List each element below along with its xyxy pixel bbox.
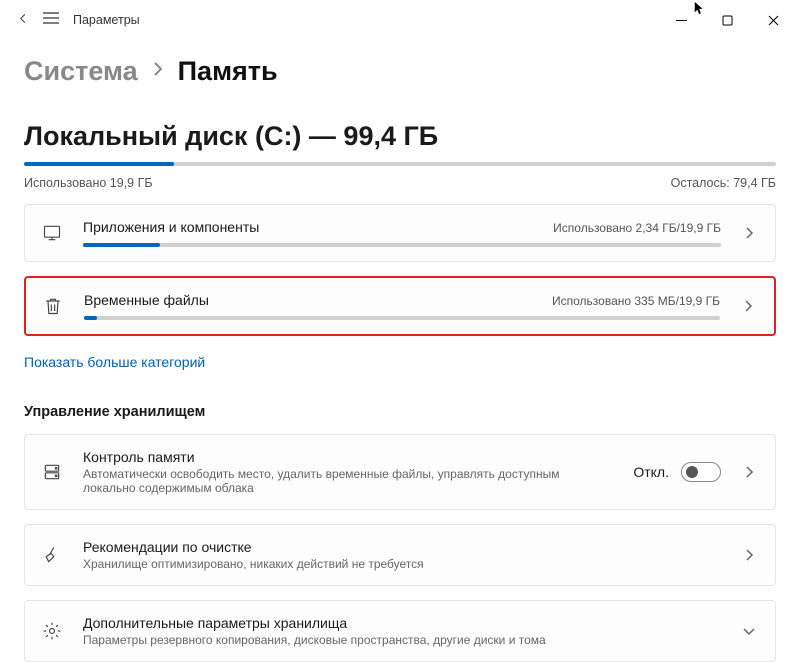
- breadcrumb-parent[interactable]: Система: [24, 56, 138, 87]
- disk-usage-fill: [24, 162, 174, 166]
- breadcrumb: Система Память: [24, 56, 776, 87]
- category-stat: Использовано 2,34 ГБ/19,9 ГБ: [553, 221, 721, 235]
- chevron-right-icon: [739, 465, 759, 479]
- disk-remaining-label: Осталось: 79,4 ГБ: [671, 176, 776, 190]
- advanced-storage-card[interactable]: Дополнительные параметры хранилища Парам…: [24, 600, 776, 662]
- cleanup-card[interactable]: Рекомендации по очистке Хранилище оптими…: [24, 524, 776, 586]
- storage-sense-card[interactable]: Контроль памяти Автоматически освободить…: [24, 434, 776, 510]
- chevron-right-icon: [739, 548, 759, 562]
- back-button[interactable]: [18, 11, 29, 29]
- disk-used-label: Использовано 19,9 ГБ: [24, 176, 153, 190]
- card-desc: Хранилище оптимизировано, никаких действ…: [83, 557, 721, 571]
- section-storage-management: Управление хранилищем: [24, 404, 776, 420]
- drive-icon: [39, 462, 65, 482]
- category-bar: [84, 316, 720, 320]
- disk-title: Локальный диск (C:) — 99,4 ГБ: [24, 121, 776, 152]
- disk-usage-bar: [24, 162, 776, 166]
- card-title: Рекомендации по очистке: [83, 539, 721, 555]
- show-more-link[interactable]: Показать больше категорий: [24, 354, 205, 370]
- card-desc: Автоматически освободить место, удалить …: [83, 467, 615, 495]
- card-title: Контроль памяти: [83, 449, 615, 465]
- category-stat: Использовано 335 МБ/19,9 ГБ: [552, 294, 720, 308]
- minimize-button[interactable]: [658, 4, 704, 36]
- maximize-button[interactable]: [704, 4, 750, 36]
- storage-sense-toggle[interactable]: [681, 462, 721, 482]
- category-temp-files[interactable]: Временные файлы Использовано 335 МБ/19,9…: [24, 276, 776, 336]
- category-label: Приложения и компоненты: [83, 219, 259, 235]
- apps-icon: [39, 223, 65, 243]
- breadcrumb-current: Память: [178, 56, 278, 87]
- chevron-right-icon: [738, 299, 758, 313]
- trash-icon: [40, 296, 66, 316]
- category-label: Временные файлы: [84, 292, 209, 308]
- category-apps[interactable]: Приложения и компоненты Использовано 2,3…: [24, 204, 776, 262]
- close-button[interactable]: [750, 4, 796, 36]
- category-bar: [83, 243, 721, 247]
- chevron-right-icon: [739, 226, 759, 240]
- titlebar: Параметры: [0, 0, 800, 40]
- app-title: Параметры: [73, 13, 140, 27]
- toggle-state-label: Откл.: [633, 464, 669, 480]
- card-title: Дополнительные параметры хранилища: [83, 615, 721, 631]
- broom-icon: [39, 545, 65, 565]
- card-desc: Параметры резервного копирования, дисков…: [83, 633, 721, 647]
- menu-icon[interactable]: [43, 11, 59, 29]
- gear-icon: [39, 621, 65, 641]
- chevron-down-icon: [739, 626, 759, 636]
- chevron-right-icon: [152, 60, 164, 83]
